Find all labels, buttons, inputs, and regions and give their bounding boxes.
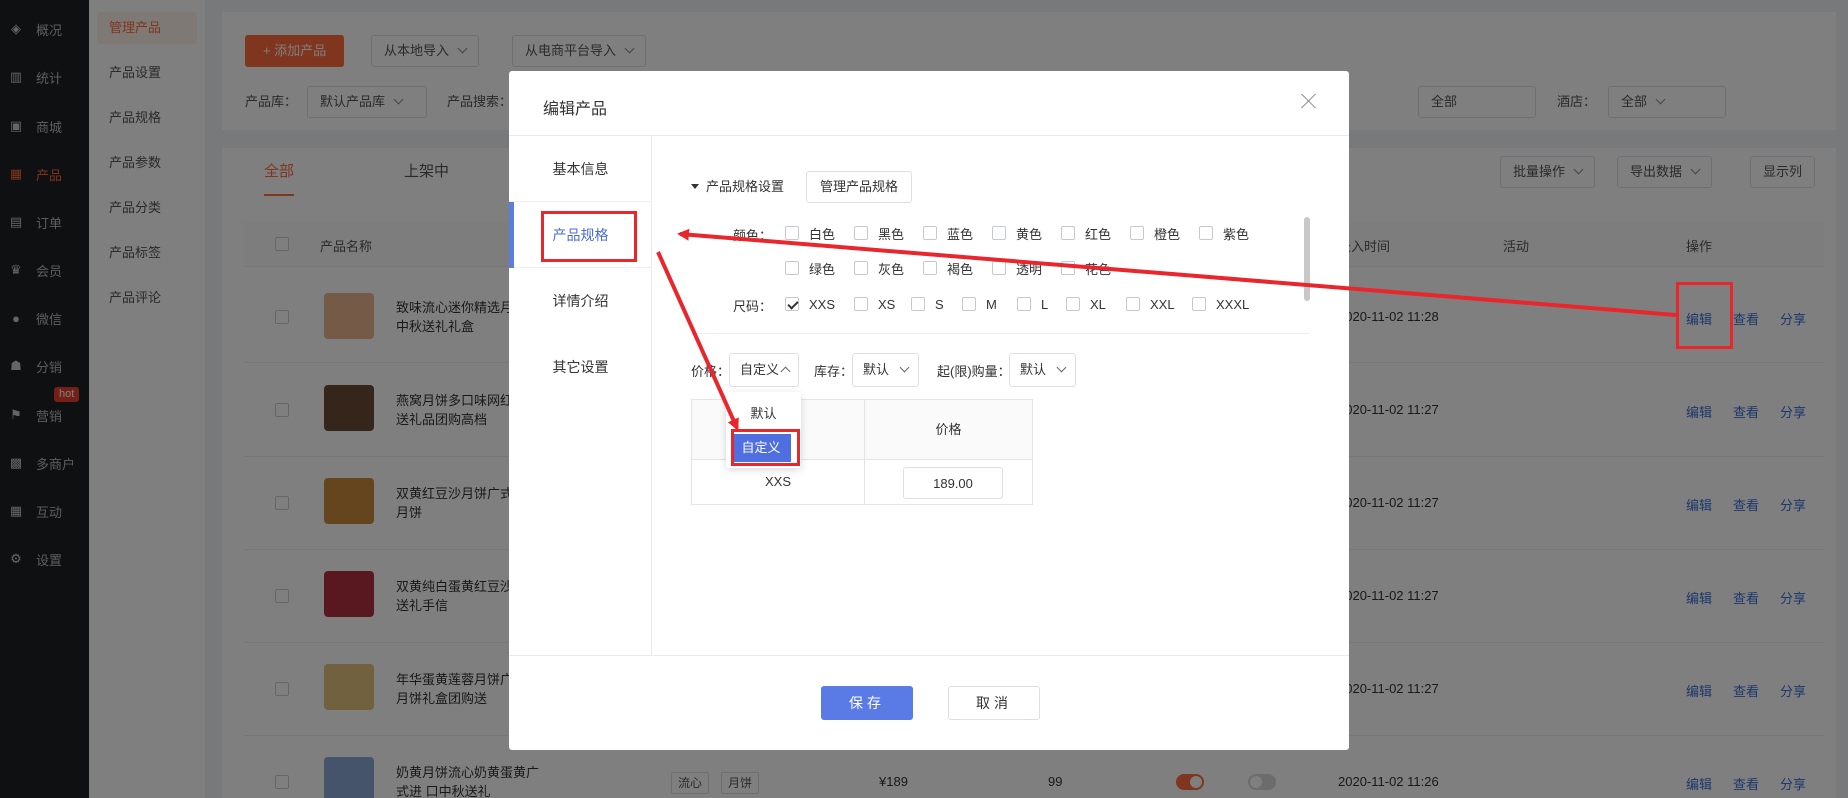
arrow-spec-to-custom <box>656 251 739 431</box>
annotation-arrows <box>656 228 1677 431</box>
arrow-edit-to-spec <box>677 228 1677 317</box>
